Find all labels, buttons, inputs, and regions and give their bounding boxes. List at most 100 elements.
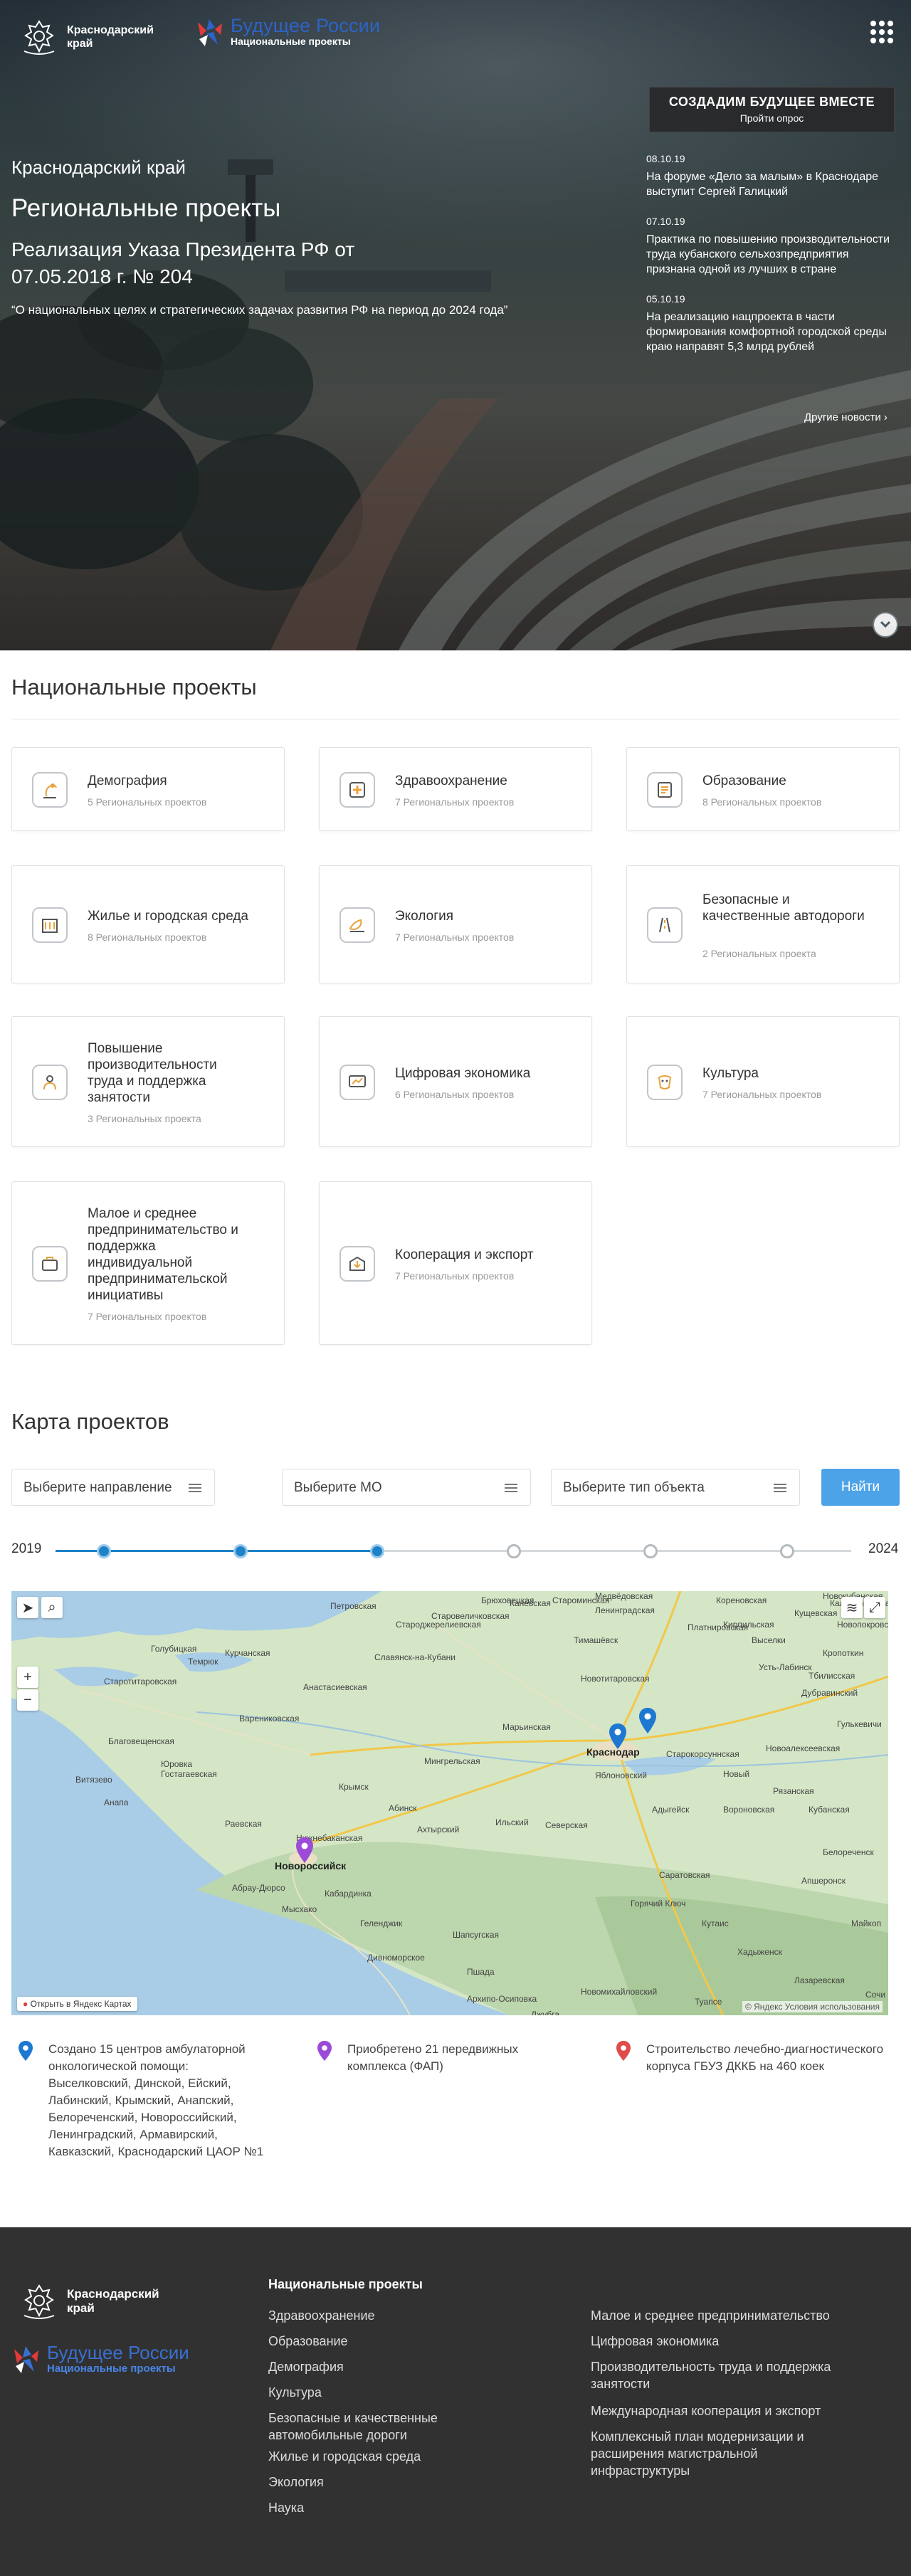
other-news-link[interactable]: Другие новости ›	[804, 411, 888, 423]
map-pin-blue[interactable]	[609, 1724, 626, 1749]
map-place-label: Саратовская	[659, 1870, 710, 1880]
timeline-step[interactable]	[780, 1544, 794, 1558]
footer-link[interactable]: Цифровая экономика	[591, 2333, 847, 2350]
map-pin-blue[interactable]	[639, 1708, 656, 1733]
news-item[interactable]: 07.10.19 Практика по повышению производи…	[646, 215, 895, 277]
news-title[interactable]: Практика по повышению производительности…	[646, 232, 895, 277]
map-place-label: Брюховецкая	[481, 1595, 535, 1605]
direction-select[interactable]: Выберите направление	[11, 1469, 215, 1506]
geolocation-icon[interactable]: ➤	[17, 1597, 38, 1618]
open-in-yandex-link[interactable]: ● Открыть в Яндекс Картах	[17, 1997, 137, 2011]
object-type-select[interactable]: Выберите тип объекта	[551, 1469, 800, 1506]
map-place-label: Петровская	[330, 1601, 376, 1611]
project-count: 7 Региональных проектов	[702, 1088, 822, 1100]
project-card[interactable]: Экология 7 Региональных проектов	[319, 865, 592, 983]
map-place-label: Джубга	[531, 2010, 560, 2015]
footer-krasnodar-logo[interactable]: Краснодарский край	[19, 2283, 159, 2320]
project-count: 7 Региональных проектов	[395, 931, 515, 943]
map-section-title: Карта проектов	[11, 1409, 169, 1434]
map-place-label: Медвёдовская	[595, 1591, 653, 1601]
map-place-label: Мингрельская	[424, 1756, 480, 1766]
project-card[interactable]: Малое и среднее предпринимательство и по…	[11, 1181, 285, 1345]
search-icon[interactable]: ⌕	[41, 1597, 63, 1618]
footer-link[interactable]: Безопасные и качественные автомобильные …	[268, 2409, 525, 2444]
news-list: 08.10.19 На форуме «Дело за малым» в Кра…	[646, 152, 895, 370]
demography-icon	[32, 772, 68, 808]
map-place-label: Кропоткин	[823, 1648, 864, 1658]
layers-icon[interactable]: ≋	[841, 1597, 863, 1618]
project-name: Экология	[395, 908, 454, 924]
map-place-label: Старовеличковская	[431, 1611, 510, 1621]
crest-icon	[23, 20, 55, 55]
footer-link[interactable]: Комплексный план модернизации и расширен…	[591, 2428, 847, 2479]
footer-link[interactable]: Жилье и городская среда	[268, 2448, 525, 2465]
map-place-label: Архипо-Осиповка	[467, 1994, 537, 2004]
footer-logo-region: Краснодарский край	[67, 2287, 159, 2315]
project-count: 7 Региональных проектов	[395, 796, 515, 808]
footer-brand-subtitle: Национальные проекты	[47, 2363, 176, 2375]
footer-link[interactable]: Здравоохранение	[268, 2307, 525, 2324]
news-title[interactable]: На реализацию нацпроекта в части формиро…	[646, 310, 895, 354]
logo-brand-title: Будущее России	[231, 15, 381, 36]
map-place-label: Раевская	[225, 1819, 262, 1829]
map-place-label: Хадыженск	[737, 1947, 782, 1957]
news-title[interactable]: На форуме «Дело за малым» в Краснодаре в…	[646, 169, 895, 199]
hero-title: Региональные проекты	[11, 194, 281, 222]
footer-link[interactable]: Экология	[268, 2474, 525, 2491]
map-place-label: Варениковская	[239, 1714, 300, 1724]
timeline-step[interactable]	[97, 1544, 111, 1558]
find-button[interactable]: Найти	[821, 1469, 900, 1506]
map-place-label: Геленджик	[360, 1918, 403, 1928]
project-card[interactable]: Кооперация и экспорт 7 Региональных проек…	[319, 1181, 592, 1345]
map-place-label: Лазаревская	[794, 1975, 845, 1985]
project-card[interactable]: Цифровая экономика 6 Региональных проекто…	[319, 1016, 592, 1147]
logo-brand-subtitle: Национальные проекты	[231, 36, 351, 47]
map-place-label: Дивноморское	[367, 1953, 425, 1963]
krasnodar-krai-logo[interactable]: Краснодарский край	[19, 19, 154, 56]
news-item[interactable]: 08.10.19 На форуме «Дело за малым» в Кра…	[646, 152, 895, 199]
news-date: 05.10.19	[646, 293, 685, 305]
map-place-label: Гулькевичи	[837, 1719, 882, 1729]
survey-banner[interactable]: СОЗДАДИМ БУДУЩЕЕ ВМЕСТЕ Пройти опрос	[649, 87, 895, 132]
grid-menu-icon[interactable]	[868, 19, 893, 43]
map-pin-purple[interactable]	[296, 1837, 313, 1863]
footer-link[interactable]: Производительность труда и поддержка зан…	[591, 2358, 847, 2392]
map-place-label: Марьинская	[502, 1722, 551, 1732]
timeline-step[interactable]	[507, 1544, 521, 1558]
footer-future-russia-logo[interactable]: Будущее России Национальные проекты	[10, 2343, 189, 2375]
future-russia-logo[interactable]: Будущее России Национальные проекты	[194, 16, 380, 48]
projects-map[interactable]: Петровская Староминская Староджерелиевская…	[11, 1591, 888, 2015]
timeline-step[interactable]	[233, 1544, 248, 1558]
survey-link[interactable]: Пройти опрос	[650, 112, 894, 124]
footer-link[interactable]: Малое и среднее предпринимательство	[591, 2307, 847, 2324]
footer-heading: Национальные проекты	[268, 2277, 423, 2291]
footer-link[interactable]: Культура	[268, 2384, 525, 2401]
zoom-out-button[interactable]: −	[17, 1689, 38, 1711]
footer-link[interactable]: Международная кооперация и экспорт	[591, 2402, 847, 2419]
fullscreen-icon[interactable]: ⤢	[864, 1597, 885, 1618]
map-copyright[interactable]: © Яндекс Условия использования	[742, 2001, 883, 2012]
project-name: Кооперация и экспорт	[395, 1247, 534, 1262]
map-place-label: Тбилисская	[809, 1671, 855, 1681]
mo-select[interactable]: Выберите МО	[282, 1469, 531, 1506]
footer-link[interactable]: Демография	[268, 2358, 525, 2375]
project-card[interactable]: Жилье и городская среда 8 Региональных пр…	[11, 865, 285, 983]
footer-link[interactable]: Наука	[268, 2499, 525, 2516]
project-card[interactable]: Культура 7 Региональных проектов	[626, 1016, 900, 1147]
footer-link[interactable]: Образование	[268, 2333, 525, 2350]
timeline-step[interactable]	[370, 1544, 384, 1558]
project-card[interactable]: Образование 8 Региональных проектов	[626, 747, 900, 831]
timeline-step[interactable]	[643, 1544, 658, 1558]
productivity-icon	[32, 1065, 68, 1100]
project-card[interactable]: Демография 5 Региональных проектов	[11, 747, 285, 831]
zoom-in-button[interactable]: +	[17, 1667, 38, 1688]
roads-icon	[647, 907, 683, 943]
map-place-label: Старотитаровская	[104, 1677, 177, 1686]
map-place-label: Апшеронск	[801, 1876, 846, 1886]
map-place-label: Ленинградская	[595, 1605, 655, 1615]
project-card[interactable]: Здравоохранение 7 Региональных проектов	[319, 747, 592, 831]
project-card[interactable]: Повышение производительности труда и под…	[11, 1016, 285, 1147]
project-card[interactable]: Безопасные и качественные автодороги 2 Ре…	[626, 865, 900, 983]
scroll-down-button[interactable]	[873, 612, 898, 638]
news-item[interactable]: 05.10.19 На реализацию нацпроекта в част…	[646, 292, 895, 354]
